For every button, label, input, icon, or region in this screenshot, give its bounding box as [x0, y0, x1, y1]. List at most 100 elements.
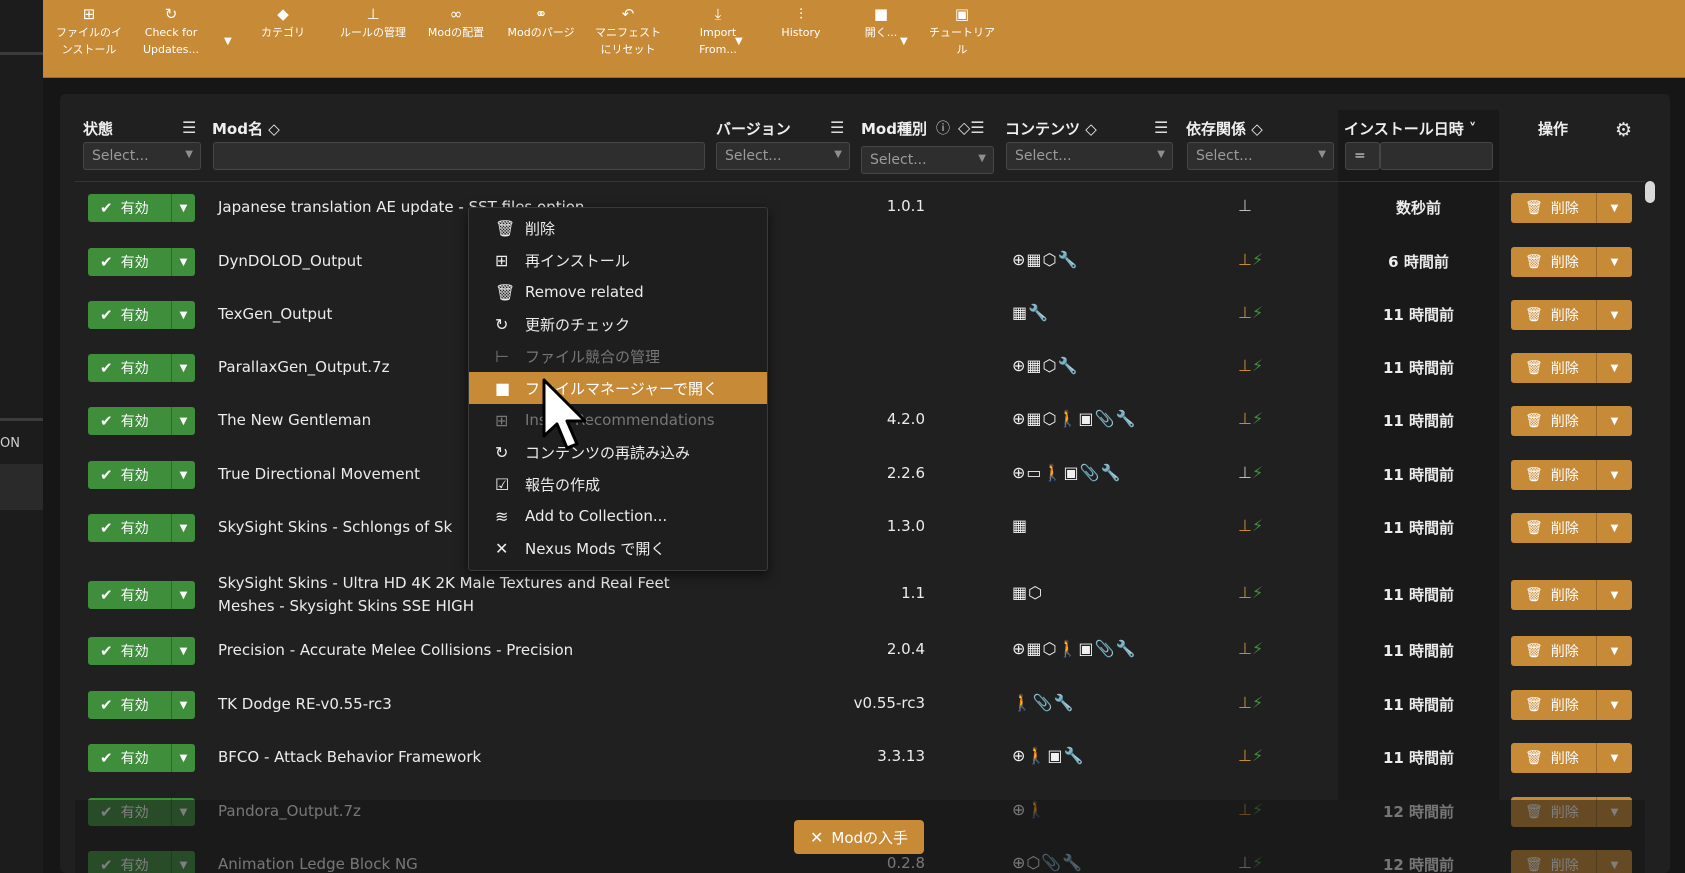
- dependencies-cell[interactable]: ⊥⚡: [1238, 746, 1263, 765]
- purge-mods-button[interactable]: ⚭ Modのパージ: [496, 6, 586, 41]
- status-enabled-button[interactable]: ✔ 有効: [88, 514, 172, 542]
- dependencies-cell[interactable]: ⊥⚡: [1238, 639, 1263, 658]
- mod-name[interactable]: DynDOLOD_Output: [218, 250, 362, 273]
- delete-button[interactable]: 🗑 削除: [1511, 247, 1597, 277]
- status-toggle[interactable]: ✔ 有効 ▼: [88, 744, 195, 772]
- sitemap-icon[interactable]: ⊥: [1238, 463, 1252, 482]
- mod-name[interactable]: TexGen_Output: [218, 303, 332, 326]
- dependencies-cell[interactable]: ⊥⚡: [1238, 583, 1263, 602]
- row-actions[interactable]: 🗑 削除 ▼: [1511, 460, 1632, 490]
- row-actions[interactable]: 🗑 削除 ▼: [1511, 690, 1632, 720]
- status-enabled-button[interactable]: ✔ 有効: [88, 248, 172, 276]
- status-enabled-button[interactable]: ✔ 有効: [88, 407, 172, 435]
- context-menu-item[interactable]: ☑ 報告の作成: [469, 468, 767, 500]
- delete-button[interactable]: 🗑 削除: [1511, 580, 1597, 610]
- status-dropdown[interactable]: ▼: [172, 470, 195, 481]
- row-actions[interactable]: 🗑 削除 ▼: [1511, 353, 1632, 383]
- actions-dropdown[interactable]: ▼: [1597, 523, 1632, 534]
- actions-dropdown[interactable]: ▼: [1597, 470, 1632, 481]
- status-dropdown[interactable]: ▼: [172, 257, 195, 268]
- delete-button[interactable]: 🗑 削除: [1511, 460, 1597, 490]
- status-dropdown[interactable]: ▼: [172, 590, 195, 601]
- row-actions[interactable]: 🗑 削除 ▼: [1511, 513, 1632, 543]
- sitemap-icon[interactable]: ⊥: [1238, 356, 1252, 375]
- row-actions[interactable]: 🗑 削除 ▼: [1511, 580, 1632, 610]
- dependencies-cell[interactable]: ⊥⚡: [1238, 693, 1263, 712]
- mod-name[interactable]: BFCO - Attack Behavior Framework: [218, 746, 481, 769]
- sitemap-icon[interactable]: ⊥: [1238, 583, 1252, 602]
- actions-dropdown[interactable]: ▼: [1597, 257, 1632, 268]
- header-mod-type[interactable]: Mod種別: [861, 118, 927, 139]
- list-icon[interactable]: ☰: [1154, 118, 1168, 137]
- header-version[interactable]: バージョン: [716, 118, 791, 139]
- dependencies-filter-select[interactable]: Select... ▼: [1187, 142, 1334, 170]
- install-time-operator[interactable]: =: [1345, 142, 1380, 170]
- table-row[interactable]: ✔ 有効 ▼ SkySight Skins - Schlongs of Sk 1.3.0…: [75, 503, 1645, 553]
- content-filter-select[interactable]: Select... ▼: [1006, 142, 1173, 170]
- manage-rules-button[interactable]: ⊥ ルールの管理: [328, 6, 418, 41]
- row-actions[interactable]: 🗑 削除 ▼: [1511, 247, 1632, 277]
- status-toggle[interactable]: ✔ 有効 ▼: [88, 691, 195, 719]
- table-row[interactable]: ✔ 有効 ▼ SkySight Skins - Ultra HD 4K 2K Male…: [75, 563, 1645, 627]
- table-row[interactable]: ✔ 有効 ▼ TexGen_Output ▦🔧 ⊥⚡ 11 時間前 🗑 削除 ▼: [75, 290, 1645, 340]
- dependencies-cell[interactable]: ⊥: [1238, 196, 1252, 215]
- sitemap-icon[interactable]: ⊥: [1238, 196, 1252, 215]
- reset-manifest-button[interactable]: ↶ マニフェスト にリセット: [585, 6, 671, 58]
- mod-name[interactable]: The New Gentleman: [218, 409, 371, 432]
- table-row[interactable]: ✔ 有効 ▼ TK Dodge RE-v0.55-rc3 v0.55-rc3 🚶📎🔧 ⊥⚡ 1…: [75, 680, 1645, 730]
- context-menu-item[interactable]: ⊞ 再インストール: [469, 244, 767, 276]
- status-filter-select[interactable]: Select... ▼: [83, 142, 201, 170]
- delete-button[interactable]: 🗑 削除: [1511, 743, 1597, 773]
- status-toggle[interactable]: ✔ 有効 ▼: [88, 461, 195, 489]
- context-menu-item[interactable]: ↻ コンテンツの再読み込み: [469, 436, 767, 468]
- row-actions[interactable]: 🗑 削除 ▼: [1511, 636, 1632, 666]
- dependencies-cell[interactable]: ⊥⚡: [1238, 409, 1263, 428]
- gear-icon[interactable]: ⚙: [1615, 119, 1632, 141]
- actions-dropdown[interactable]: ▼: [1597, 590, 1632, 601]
- status-enabled-button[interactable]: ✔ 有効: [88, 744, 172, 772]
- sidebar-selected-item[interactable]: [0, 464, 43, 510]
- context-menu-item[interactable]: 🗑 削除: [469, 212, 767, 244]
- status-dropdown[interactable]: ▼: [172, 416, 195, 427]
- sitemap-icon[interactable]: ⊥: [1238, 250, 1252, 269]
- table-row[interactable]: ✔ 有効 ▼ ParallaxGen_Output.7z ⊕▦⬡🔧 ⊥⚡ 11 時間前 🗑 削除…: [75, 343, 1645, 393]
- header-mod-name[interactable]: Mod名 ◇: [212, 118, 280, 139]
- check-updates-button[interactable]: ↻ Check for Updates...: [133, 6, 209, 58]
- history-button[interactable]: ⫶ History: [761, 6, 841, 41]
- delete-button[interactable]: 🗑 削除: [1511, 300, 1597, 330]
- table-row[interactable]: ✔ 有効 ▼ BFCO - Attack Behavior Framework 3.3.…: [75, 733, 1645, 783]
- row-actions[interactable]: 🗑 削除 ▼: [1511, 300, 1632, 330]
- actions-dropdown[interactable]: ▼: [1597, 310, 1632, 321]
- actions-dropdown[interactable]: ▼: [1597, 416, 1632, 427]
- status-enabled-button[interactable]: ✔ 有効: [88, 691, 172, 719]
- status-enabled-button[interactable]: ✔ 有効: [88, 194, 172, 222]
- status-toggle[interactable]: ✔ 有効 ▼: [88, 581, 195, 609]
- row-actions[interactable]: 🗑 削除 ▼: [1511, 743, 1632, 773]
- mod-name[interactable]: ParallaxGen_Output.7z: [218, 356, 389, 379]
- status-toggle[interactable]: ✔ 有効 ▼: [88, 514, 195, 542]
- sitemap-icon[interactable]: ⊥: [1238, 693, 1252, 712]
- status-enabled-button[interactable]: ✔ 有効: [88, 581, 172, 609]
- table-row[interactable]: ✔ 有効 ▼ True Directional Movement 2.2.6 ⊕▭🚶▣📎🔧…: [75, 450, 1645, 500]
- mod-name[interactable]: True Directional Movement: [218, 463, 420, 486]
- delete-button[interactable]: 🗑 削除: [1511, 406, 1597, 436]
- mod-type-filter-select[interactable]: Select... ▼: [861, 146, 994, 174]
- status-toggle[interactable]: ✔ 有効 ▼: [88, 248, 195, 276]
- header-dependencies[interactable]: 依存関係 ◇: [1186, 118, 1263, 139]
- status-dropdown[interactable]: ▼: [172, 523, 195, 534]
- actions-dropdown[interactable]: ▼: [1597, 203, 1632, 214]
- deploy-mods-button[interactable]: ∞ Modの配置: [416, 6, 496, 41]
- mod-name[interactable]: SkySight Skins - Schlongs of Sk: [218, 516, 452, 539]
- status-toggle[interactable]: ✔ 有効 ▼: [88, 194, 195, 222]
- header-install-time[interactable]: インストール日時 ˅: [1344, 118, 1476, 139]
- table-row[interactable]: ✔ 有効 ▼ Japanese translation AE update - SST…: [75, 183, 1645, 233]
- sitemap-icon[interactable]: ⊥: [1238, 746, 1252, 765]
- delete-button[interactable]: 🗑 削除: [1511, 513, 1597, 543]
- status-toggle[interactable]: ✔ 有効 ▼: [88, 354, 195, 382]
- row-actions[interactable]: 🗑 削除 ▼: [1511, 406, 1632, 436]
- mod-name[interactable]: Precision - Accurate Melee Collisions - …: [218, 639, 573, 662]
- install-time-filter-input[interactable]: [1380, 142, 1493, 170]
- context-menu-item[interactable]: ■ ファイルマネージャーで開く: [469, 372, 767, 404]
- categories-button[interactable]: ◆ カテゴリ: [243, 6, 323, 41]
- install-file-button[interactable]: ⊞ ファイルのイ ンストール: [51, 6, 127, 58]
